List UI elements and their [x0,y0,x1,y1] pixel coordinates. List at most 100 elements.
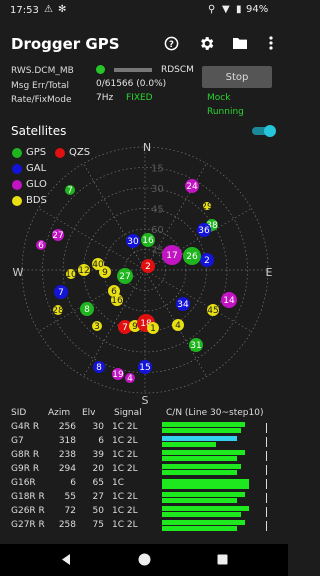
col-signal: Signal [114,408,142,418]
col-cn: C/N (Line 30~step10) [166,408,264,418]
table-header: SID Azim Elv Signal C/N (Line 30~step10) [0,407,288,421]
satellite-marker[interactable]: 3 [92,321,102,332]
satellite-id: 9 [102,268,108,278]
satellite-marker[interactable]: 4 [125,373,135,384]
cell-signal: 1C 2L [112,492,138,502]
table-row: G8R R 238 39 1C 2L [0,449,288,463]
cell-signal: 1C 2L [112,450,138,460]
satellite-marker[interactable]: 34 [176,297,190,311]
cn-bar [162,498,237,503]
cn-tick [266,451,267,461]
satellite-marker[interactable]: 45 [207,304,219,316]
compass-e: E [266,266,273,279]
cn-bar [162,526,237,531]
cn-bars [162,520,267,532]
cn-tick [266,465,267,475]
satellite-id: 24 [186,182,198,192]
satellite-marker[interactable]: 17 [162,245,182,265]
col-elv: Elv [82,408,96,418]
satellite-marker[interactable]: 6 [36,240,46,251]
satellite-marker[interactable]: 1 [147,322,159,334]
table-row: G27R R 258 75 1C 2L [0,519,288,533]
cn-bars [162,436,267,448]
satellite-id: 3 [94,322,100,332]
table-row: G16R 6 65 1C [0,477,288,491]
cn-bar [162,428,242,433]
satellite-id: 45 [207,306,218,316]
cn-tick [266,493,267,503]
satellite-id: 15 [139,363,150,373]
satellite-marker[interactable]: 8 [80,302,94,316]
satellite-marker[interactable]: 30 [126,234,140,248]
cell-signal: 1C 2L [112,520,138,530]
cell-azim: 318 [58,436,76,446]
satellite-marker[interactable]: 9 [99,266,111,278]
cell-azim: 238 [58,450,76,460]
cell-elv: 20 [92,464,104,474]
table-row: G4R R 256 30 1C 2L [0,421,288,435]
satellite-marker[interactable]: 2 [141,259,155,273]
cn-bar [162,512,242,517]
cell-azim: 72 [64,506,76,516]
table-row: G7 318 6 1C 2L [0,435,288,449]
satellite-marker[interactable]: 12 [78,264,90,276]
satellite-marker[interactable]: 28 [52,305,64,316]
satellite-id: 7 [58,288,64,298]
cell-signal: 1C 2L [112,464,138,474]
satellite-marker[interactable]: 26 [183,247,201,265]
cn-bar [162,442,217,447]
cell-elv: 30 [92,422,104,432]
cn-bars [162,492,267,504]
table-row: G18R R 55 27 1C 2L [0,491,288,505]
cell-sid: G7 [11,436,24,446]
satellite-marker[interactable]: 14 [221,292,237,308]
satellite-id: 4 [175,321,181,331]
satellite-marker[interactable]: 8 [93,361,105,373]
cn-bars [162,478,267,490]
cell-azim: 55 [64,492,76,502]
satellite-id: 30 [127,237,139,247]
satellite-marker[interactable]: 24 [185,179,199,193]
cn-bars [162,506,267,518]
satellite-marker[interactable]: 31 [189,338,203,352]
satellite-marker[interactable]: 10 [65,269,77,280]
satellite-id: 17 [166,251,177,261]
cell-sid: G27R R [11,520,45,530]
cn-bar [162,436,237,441]
satellite-marker[interactable]: 16 [111,294,123,306]
cell-sid: G16R [11,478,36,488]
cell-elv: 50 [92,506,104,516]
satellite-marker[interactable]: 27 [52,229,64,241]
satellite-id: 14 [223,296,235,306]
satellite-marker[interactable]: 36 [197,223,211,237]
satellite-marker[interactable]: 2 [200,253,214,267]
satellite-id: 31 [190,341,201,351]
cn-bar [162,422,246,427]
cn-tick [266,507,267,517]
home-icon[interactable] [138,553,151,566]
cn-bars [162,450,267,462]
recents-icon[interactable] [217,554,228,565]
satellite-marker[interactable]: 19 [112,368,124,380]
elevation-label: 75 [151,246,164,257]
satellite-id: 27 [119,272,130,282]
satellite-marker[interactable]: 27 [117,268,133,284]
satellite-id: 12 [78,266,89,276]
satellite-id: 36 [198,226,210,236]
back-icon[interactable] [60,553,72,566]
satellite-id: 1 [150,324,156,334]
satellite-id: 2 [145,262,151,272]
satellite-id: 10 [65,270,77,280]
satellite-marker[interactable]: 29 [201,202,213,212]
satellite-id: 4 [127,374,133,384]
satellite-marker[interactable]: 7 [65,185,75,196]
satellite-marker[interactable]: 16 [141,233,155,247]
satellite-id: 19 [112,370,124,380]
cn-bar [162,456,237,461]
cn-tick [266,437,267,447]
satellite-marker[interactable]: 15 [138,360,152,374]
satellite-marker[interactable]: 7 [54,285,68,299]
cell-sid: G9R R [11,464,40,474]
col-sid: SID [11,408,27,418]
satellite-marker[interactable]: 4 [172,319,184,331]
